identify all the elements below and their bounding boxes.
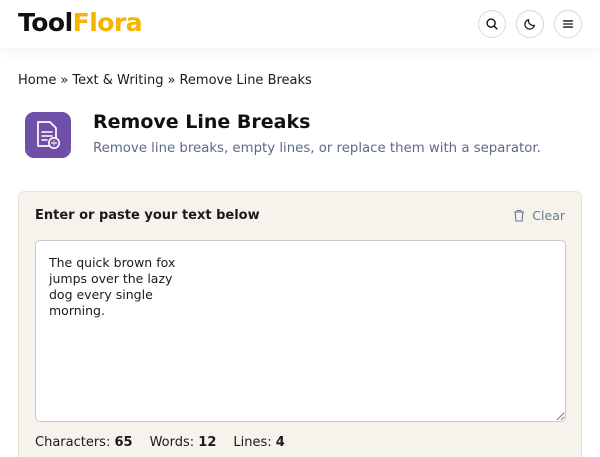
document-icon (37, 121, 60, 149)
moon-icon (524, 19, 535, 30)
tool-icon-badge (25, 112, 71, 158)
search-button[interactable] (478, 10, 506, 38)
text-stats: Characters: 65 Words: 12 Lines: 4 (35, 435, 285, 450)
search-icon (486, 18, 498, 30)
lines-count: 4 (275, 435, 285, 450)
text-input[interactable] (35, 240, 566, 422)
breadcrumb-current: Remove Line Breaks (179, 73, 312, 88)
editor-card: Enter or paste your text below Clear Cha… (18, 191, 582, 457)
trash-icon (514, 209, 525, 222)
menu-icon (562, 20, 574, 28)
clear-label: Clear (532, 208, 565, 223)
editor-label: Enter or paste your text below (35, 208, 260, 223)
page-subtitle: Remove line breaks, empty lines, or repl… (93, 141, 541, 156)
characters-stat: Characters: 65 (35, 435, 133, 450)
breadcrumb-separator: » (60, 73, 69, 88)
words-stat: Words: 12 (149, 435, 217, 450)
breadcrumb-separator: » (167, 73, 176, 88)
words-count: 12 (198, 435, 217, 450)
site-logo[interactable]: ToolFlora (18, 8, 143, 38)
breadcrumb: Home» Text & Writing» Remove Line Breaks (18, 73, 312, 88)
theme-toggle-button[interactable] (516, 10, 544, 38)
menu-button[interactable] (554, 10, 582, 38)
clear-button[interactable]: Clear (513, 208, 565, 223)
breadcrumb-category[interactable]: Text & Writing (72, 73, 163, 88)
breadcrumb-home[interactable]: Home (18, 73, 56, 88)
characters-count: 65 (114, 435, 133, 450)
site-header: ToolFlora (0, 0, 600, 48)
page-title: Remove Line Breaks (93, 111, 311, 133)
lines-stat: Lines: 4 (233, 435, 285, 450)
